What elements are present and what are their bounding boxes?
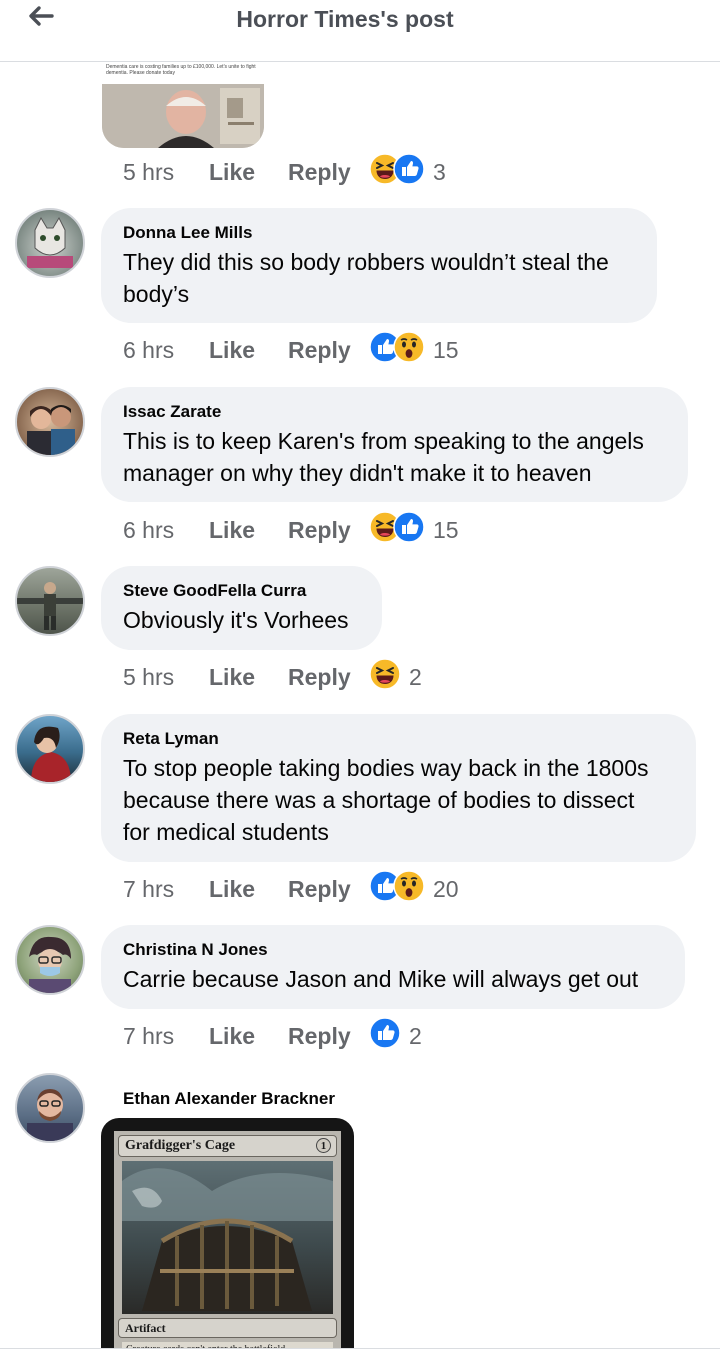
reaction-summary[interactable]: 2 bbox=[369, 1017, 439, 1051]
reaction-summary[interactable]: 3 bbox=[369, 153, 459, 187]
comment-text-line: body’s bbox=[123, 281, 190, 307]
comment-bubble[interactable]: Issac Zarate This is to keep Karen's fro… bbox=[101, 387, 688, 502]
comment-actions: 7 hrs Like Reply 20 bbox=[123, 872, 523, 906]
comment-text-line: Carrie because Jason and Mike will alway… bbox=[123, 966, 639, 992]
avatar[interactable] bbox=[15, 714, 85, 784]
like-button[interactable]: Like bbox=[209, 155, 255, 189]
card-title-bar: Grafdigger's Cage 1 bbox=[118, 1135, 337, 1157]
post-header: Horror Times's post bbox=[0, 0, 720, 62]
comment-timestamp: 7 hrs bbox=[123, 876, 175, 902]
like-button[interactable]: Like bbox=[209, 1019, 255, 1053]
comment-image-attachment[interactable]: Grafdigger's Cage 1 Artifact Creature ca… bbox=[101, 1118, 354, 1360]
comment-text: Obviously it's Vorhees bbox=[123, 604, 360, 636]
like-icon bbox=[369, 1017, 401, 1049]
comment-text: To stop people taking bodies way back in… bbox=[123, 752, 674, 848]
comment-author[interactable]: Ethan Alexander Brackner bbox=[123, 1089, 335, 1109]
haha-icon bbox=[369, 658, 401, 690]
comment-text-line: Obviously it's Vorhees bbox=[123, 607, 349, 633]
avatar[interactable] bbox=[15, 387, 85, 457]
reaction-count: 15 bbox=[433, 337, 459, 363]
comment-bubble[interactable]: Reta Lyman To stop people taking bodies … bbox=[101, 714, 696, 862]
reaction-count: 2 bbox=[409, 664, 422, 690]
comment-bubble[interactable]: Steve GoodFella Curra Obviously it's Vor… bbox=[101, 566, 382, 650]
comment-author[interactable]: Reta Lyman bbox=[123, 729, 674, 749]
comment-text: They did this so body robbers wouldn’t s… bbox=[123, 246, 635, 310]
reply-button[interactable]: Reply bbox=[288, 333, 351, 367]
reaction-count: 15 bbox=[433, 517, 459, 543]
comment-timestamp: 7 hrs bbox=[123, 1023, 175, 1049]
comment-text-line: manager on why they didn't make it to he… bbox=[123, 460, 592, 486]
card-type-line: Artifact bbox=[118, 1318, 337, 1338]
reaction-summary[interactable]: 15 bbox=[369, 331, 469, 365]
reaction-count: 2 bbox=[409, 1023, 422, 1049]
wow-icon bbox=[393, 331, 425, 363]
reply-button[interactable]: Reply bbox=[288, 872, 351, 906]
avatar[interactable] bbox=[15, 1073, 85, 1143]
card-mana-cost: 1 bbox=[316, 1138, 331, 1153]
reaction-count: 20 bbox=[433, 876, 459, 902]
comment-actions: 5 hrs Like Reply 3 bbox=[123, 155, 523, 189]
like-button[interactable]: Like bbox=[209, 513, 255, 547]
reply-button[interactable]: Reply bbox=[288, 513, 351, 547]
comment-actions: 6 hrs Like Reply 15 bbox=[123, 513, 523, 547]
comment-author[interactable]: Steve GoodFella Curra bbox=[123, 581, 360, 601]
comment-timestamp: 5 hrs bbox=[123, 159, 175, 185]
like-button[interactable]: Like bbox=[209, 333, 255, 367]
reaction-summary[interactable]: 20 bbox=[369, 870, 469, 904]
reaction-summary[interactable]: 15 bbox=[369, 511, 469, 545]
comment-timestamp: 6 hrs bbox=[123, 337, 175, 363]
comment-timestamp: 5 hrs bbox=[123, 664, 175, 690]
like-icon bbox=[393, 153, 425, 185]
comment-author[interactable]: Donna Lee Mills bbox=[123, 223, 635, 243]
comment-bubble[interactable]: Donna Lee Mills They did this so body ro… bbox=[101, 208, 657, 323]
comment-image-attachment[interactable]: Dementia care is costing families up to … bbox=[102, 62, 264, 148]
comment-actions: 7 hrs Like Reply 2 bbox=[123, 1019, 523, 1053]
comment-text-line: They did this so body robbers wouldn’t s… bbox=[123, 249, 609, 275]
avatar[interactable] bbox=[15, 208, 85, 278]
comment-text-line: This is to keep Karen's from speaking to… bbox=[123, 428, 644, 454]
comment-timestamp: 6 hrs bbox=[123, 517, 175, 543]
like-button[interactable]: Like bbox=[209, 872, 255, 906]
like-button[interactable]: Like bbox=[209, 660, 255, 694]
avatar[interactable] bbox=[15, 925, 85, 995]
reply-button[interactable]: Reply bbox=[288, 155, 351, 189]
like-icon bbox=[393, 511, 425, 543]
comment-text: This is to keep Karen's from speaking to… bbox=[123, 425, 666, 489]
reply-button[interactable]: Reply bbox=[288, 660, 351, 694]
wow-icon bbox=[393, 870, 425, 902]
comment-text-line: because there was a shortage of bodies t… bbox=[123, 787, 635, 813]
card-name: Grafdigger's Cage bbox=[125, 1138, 236, 1153]
image-photo bbox=[102, 84, 264, 148]
comment-text-line: for medical students bbox=[123, 819, 329, 845]
comment-text-line: To stop people taking bodies way back in… bbox=[123, 755, 649, 781]
avatar[interactable] bbox=[15, 566, 85, 636]
bottom-divider bbox=[0, 1348, 720, 1360]
comment-author[interactable]: Christina N Jones bbox=[123, 940, 663, 960]
card-frame: Grafdigger's Cage 1 Artifact Creature ca… bbox=[114, 1131, 341, 1360]
page-title: Horror Times's post bbox=[236, 6, 454, 32]
reaction-count: 3 bbox=[433, 159, 446, 185]
reply-button[interactable]: Reply bbox=[288, 1019, 351, 1053]
comment-actions: 5 hrs Like Reply 2 bbox=[123, 660, 523, 694]
comment-bubble[interactable]: Christina N Jones Carrie because Jason a… bbox=[101, 925, 685, 1009]
comment-text: Carrie because Jason and Mike will alway… bbox=[123, 963, 663, 995]
comment-author[interactable]: Issac Zarate bbox=[123, 402, 666, 422]
card-art bbox=[122, 1161, 333, 1314]
reaction-summary[interactable]: 2 bbox=[369, 658, 439, 692]
comment-actions: 6 hrs Like Reply 15 bbox=[123, 333, 523, 367]
